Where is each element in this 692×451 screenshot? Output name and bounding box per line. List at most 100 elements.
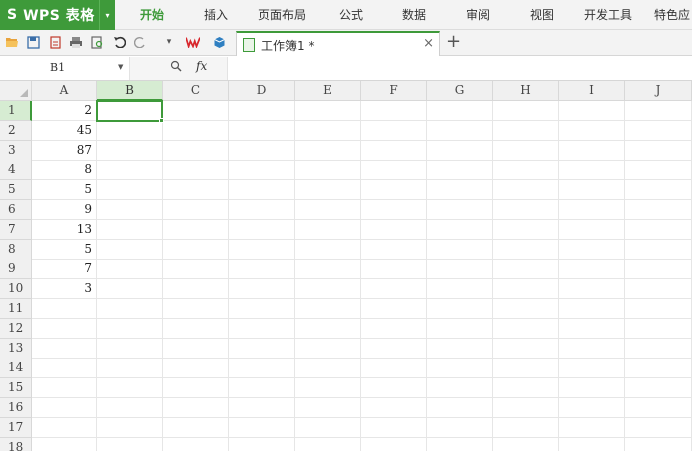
menu-view[interactable]: 视图 (530, 0, 554, 30)
cell-A4[interactable]: 8 (32, 160, 97, 181)
menu-developer[interactable]: 开发工具 (584, 0, 632, 30)
row-header-13[interactable]: 13 (0, 338, 32, 359)
row-header-18[interactable]: 18 (0, 437, 32, 451)
cell-D10[interactable] (229, 279, 295, 300)
cell-E13[interactable] (295, 338, 361, 359)
cell-F10[interactable] (361, 279, 427, 300)
cell-B2[interactable] (97, 120, 163, 141)
cell-I3[interactable] (559, 140, 625, 161)
cell-A18[interactable] (32, 437, 97, 451)
cell-C5[interactable] (163, 180, 229, 201)
cell-D11[interactable] (229, 299, 295, 319)
cell-B10[interactable] (97, 279, 163, 300)
cell-E4[interactable] (295, 160, 361, 181)
cell-D13[interactable] (229, 338, 295, 359)
cell-C10[interactable] (163, 279, 229, 300)
cell-I12[interactable] (559, 318, 625, 339)
cell-F8[interactable] (361, 239, 427, 260)
cell-E2[interactable] (295, 120, 361, 141)
cell-A14[interactable] (32, 358, 97, 379)
cell-C4[interactable] (163, 160, 229, 181)
cell-I15[interactable] (559, 378, 625, 399)
undo-icon[interactable] (112, 35, 126, 49)
cell-H9[interactable] (493, 259, 559, 280)
cell-D4[interactable] (229, 160, 295, 181)
column-header-E[interactable]: E (295, 81, 361, 101)
cell-E12[interactable] (295, 318, 361, 339)
cell-C14[interactable] (163, 358, 229, 379)
cell-B14[interactable] (97, 358, 163, 379)
cell-I13[interactable] (559, 338, 625, 359)
row-header-3[interactable]: 3 (0, 140, 32, 161)
cell-I9[interactable] (559, 259, 625, 280)
cell-B18[interactable] (97, 437, 163, 451)
cell-F15[interactable] (361, 378, 427, 399)
spreadsheet-grid[interactable]: A B C D E F G H I J 1 2 2 45 3 87 4 8 5 5 6 9 7 13 8 5 9 7 10 3 11 12 13… (0, 81, 692, 451)
cell-J5[interactable] (625, 180, 692, 201)
cell-J10[interactable] (625, 279, 692, 300)
cell-F5[interactable] (361, 180, 427, 201)
cell-H8[interactable] (493, 239, 559, 260)
cell-H1[interactable] (493, 101, 559, 121)
cell-G1[interactable] (427, 101, 493, 121)
row-header-17[interactable]: 17 (0, 417, 32, 438)
cell-E17[interactable] (295, 417, 361, 438)
cell-D18[interactable] (229, 437, 295, 451)
cell-F4[interactable] (361, 160, 427, 181)
row-header-6[interactable]: 6 (0, 200, 32, 220)
cell-C17[interactable] (163, 417, 229, 438)
cell-F18[interactable] (361, 437, 427, 451)
cell-G18[interactable] (427, 437, 493, 451)
cell-E7[interactable] (295, 219, 361, 240)
cell-J14[interactable] (625, 358, 692, 379)
cell-I14[interactable] (559, 358, 625, 379)
cell-J8[interactable] (625, 239, 692, 260)
cell-B15[interactable] (97, 378, 163, 399)
cell-C3[interactable] (163, 140, 229, 161)
cell-H17[interactable] (493, 417, 559, 438)
cell-C11[interactable] (163, 299, 229, 319)
cell-H6[interactable] (493, 200, 559, 220)
row-header-8[interactable]: 8 (0, 239, 32, 260)
cell-I4[interactable] (559, 160, 625, 181)
row-header-2[interactable]: 2 (0, 120, 32, 141)
cell-H3[interactable] (493, 140, 559, 161)
cell-B9[interactable] (97, 259, 163, 280)
cell-H18[interactable] (493, 437, 559, 451)
column-header-I[interactable]: I (559, 81, 625, 101)
cell-I11[interactable] (559, 299, 625, 319)
cell-C8[interactable] (163, 239, 229, 260)
cell-J13[interactable] (625, 338, 692, 359)
cell-J16[interactable] (625, 398, 692, 418)
cell-A3[interactable]: 87 (32, 140, 97, 161)
cell-B8[interactable] (97, 239, 163, 260)
cell-B16[interactable] (97, 398, 163, 418)
cell-E10[interactable] (295, 279, 361, 300)
cell-D17[interactable] (229, 417, 295, 438)
cell-H10[interactable] (493, 279, 559, 300)
cell-J18[interactable] (625, 437, 692, 451)
cell-H5[interactable] (493, 180, 559, 201)
cell-B11[interactable] (97, 299, 163, 319)
column-header-B[interactable]: B (97, 81, 163, 101)
cell-J12[interactable] (625, 318, 692, 339)
cell-B6[interactable] (97, 200, 163, 220)
cell-E16[interactable] (295, 398, 361, 418)
formula-input[interactable] (229, 57, 692, 80)
cell-B3[interactable] (97, 140, 163, 161)
column-header-A[interactable]: A (32, 81, 97, 101)
save-icon[interactable] (26, 35, 40, 49)
cell-F7[interactable] (361, 219, 427, 240)
cell-G7[interactable] (427, 219, 493, 240)
cell-C2[interactable] (163, 120, 229, 141)
name-box[interactable]: B1 ▼ (0, 57, 130, 80)
column-header-C[interactable]: C (163, 81, 229, 101)
export-icon[interactable] (48, 35, 62, 49)
cell-E18[interactable] (295, 437, 361, 451)
cell-H14[interactable] (493, 358, 559, 379)
cell-G14[interactable] (427, 358, 493, 379)
cell-C9[interactable] (163, 259, 229, 280)
cell-J15[interactable] (625, 378, 692, 399)
insert-function-button[interactable]: fx (196, 59, 207, 73)
cell-D12[interactable] (229, 318, 295, 339)
